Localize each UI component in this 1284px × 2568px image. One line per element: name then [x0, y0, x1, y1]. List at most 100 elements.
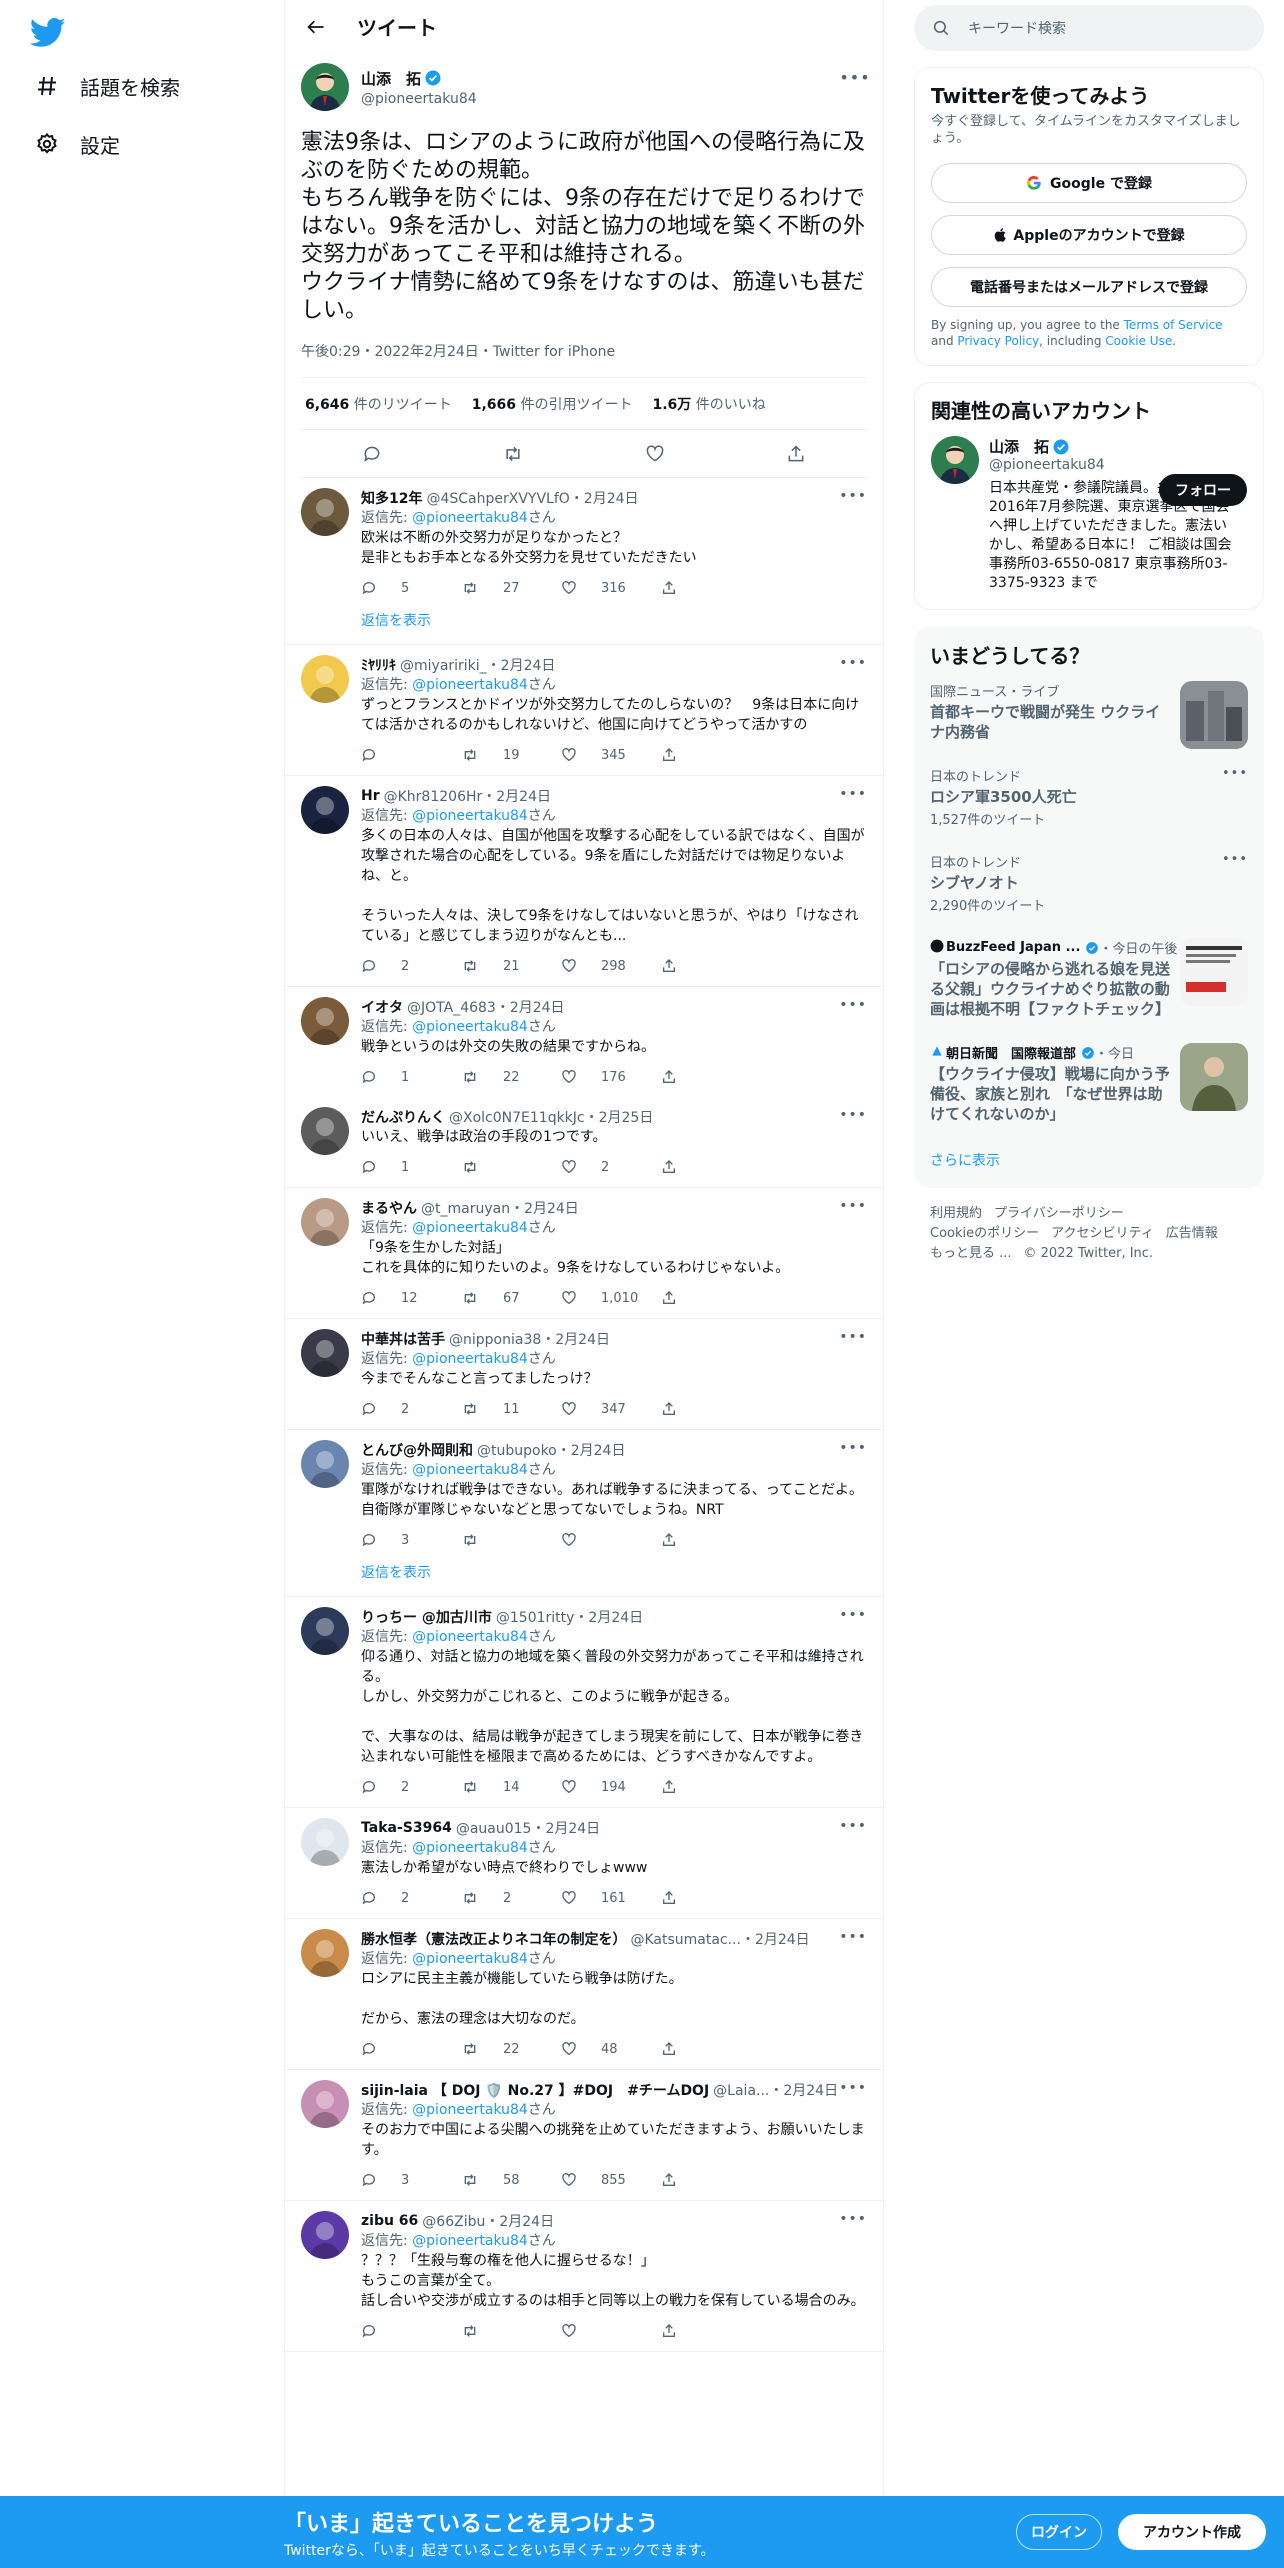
avatar[interactable] [301, 2211, 349, 2259]
reply-author-name[interactable]: ﾐﾔﾘﾘｷ [361, 655, 396, 675]
like-button[interactable]: 855 [561, 2172, 661, 2188]
share-button[interactable] [661, 580, 691, 596]
reply-author-handle[interactable]: @t_maruyan・2月24日 [421, 1198, 579, 1218]
reply-author-handle[interactable]: @nipponia38・2月24日 [449, 1329, 610, 1349]
reply-tweet[interactable]: 知多12年 @4SCahperXVYVLfO・2月24日 ••• 返信先: @pion… [285, 478, 883, 645]
retweet-button[interactable]: 22 [461, 1069, 561, 1085]
reply-button[interactable]: 1 [361, 1069, 461, 1085]
reply-to-handle[interactable]: @pioneertaku84 [412, 1351, 528, 1367]
reply-to-handle[interactable]: @pioneertaku84 [412, 510, 528, 526]
like-button[interactable]: 176 [561, 1069, 661, 1085]
reply-author-handle[interactable]: @1501ritty・2月24日 [496, 1607, 643, 1627]
avatar[interactable] [301, 63, 349, 111]
retweet-button[interactable]: 58 [461, 2172, 561, 2188]
more-options-icon[interactable]: ••• [839, 1929, 867, 1945]
reply-button[interactable]: 2 [361, 1890, 461, 1906]
retweet-button[interactable]: 27 [461, 580, 561, 596]
more-options-icon[interactable]: ••• [839, 1329, 867, 1345]
reply-tweet[interactable]: 中華丼は苦手 @nipponia38・2月24日 ••• 返信先: @pioneert… [285, 1319, 883, 1430]
footer-link[interactable]: もっと見る ... [930, 1246, 1012, 1261]
avatar[interactable] [301, 488, 349, 536]
reply-to-handle[interactable]: @pioneertaku84 [412, 1019, 528, 1035]
reply-button[interactable] [361, 2323, 461, 2339]
reply-author-name[interactable]: だんぷりんく [361, 1107, 445, 1127]
footer-link[interactable]: アクセシビリティ [1051, 1226, 1154, 1241]
likes-stat[interactable]: 1.6万 件のいいね [653, 394, 766, 414]
avatar[interactable] [301, 1818, 349, 1866]
share-button[interactable] [661, 2323, 691, 2339]
reply-tweet[interactable]: Hr @Khr81206Hr・2月24日 ••• 返信先: @pioneertaku8… [285, 776, 883, 987]
reply-author-name[interactable]: zibu 66 [361, 2213, 418, 2229]
reply-author-handle[interactable]: @tubupoko・2月24日 [477, 1440, 625, 1460]
reply-author-name[interactable]: 勝水恒孝（憲法改正よりネコ年の制定を） [361, 1929, 626, 1949]
like-button[interactable]: 1,010 [561, 1290, 661, 1306]
show-replies-link[interactable]: 返信を表示 [361, 1560, 867, 1596]
retweet-button[interactable] [461, 1159, 561, 1175]
reply-author-name[interactable]: sijin-laia 【 DOJ 🛡️ No.27 】#DOJ #チームDOJ [361, 2080, 709, 2100]
reply-author-name[interactable]: りっちー @加古川市 [361, 1607, 492, 1627]
reply-author-handle[interactable]: @Khr81206Hr・2月24日 [384, 786, 551, 806]
reply-tweet[interactable]: Taka-S3964 @auau015・2月24日 ••• 返信先: @pioneer… [285, 1808, 883, 1919]
share-button[interactable] [661, 1890, 691, 1906]
reply-to-handle[interactable]: @pioneertaku84 [412, 1629, 528, 1645]
reply-tweet[interactable]: りっちー @加古川市 @1501ritty・2月24日 ••• 返信先: @pione… [285, 1597, 883, 1808]
reply-tweet[interactable]: イオタ @JOTA_4683・2月24日 ••• 返信先: @pioneertaku8… [285, 987, 883, 1097]
like-button[interactable]: 345 [561, 747, 661, 763]
retweet-button[interactable]: 11 [461, 1401, 561, 1417]
news-item[interactable]: BuzzFeed Japan ... ・今日の午後 「ロシアの侵略から逃れる娘を… [914, 926, 1264, 1031]
retweet-button[interactable]: 19 [461, 747, 561, 763]
reply-button[interactable]: 2 [361, 958, 461, 974]
like-button[interactable] [561, 2323, 661, 2339]
avatar[interactable] [301, 1929, 349, 1977]
retweet-button[interactable]: 2 [461, 1890, 561, 1906]
news-item[interactable]: 朝日新聞 国際報道部 ・今日 【ウクライナ侵攻】戦場に向かう予備役、家族と別れ … [914, 1031, 1264, 1136]
reply-author-handle[interactable]: @Xolc0N7E11qkkJc・2月25日 [449, 1107, 653, 1127]
reply-button[interactable]: 12 [361, 1290, 461, 1306]
reply-author-handle[interactable]: @auau015・2月24日 [456, 1818, 600, 1838]
reply-tweet[interactable]: ﾐﾔﾘﾘｷ @miyaririki_・2月24日 ••• 返信先: @pioneert… [285, 645, 883, 776]
avatar[interactable] [301, 1607, 349, 1655]
reply-to-handle[interactable]: @pioneertaku84 [412, 1220, 528, 1236]
reply-author-name[interactable]: Hr [361, 788, 380, 804]
reply-to-handle[interactable]: @pioneertaku84 [412, 2233, 528, 2249]
follow-button[interactable]: フォロー [1159, 474, 1247, 506]
footer-link[interactable]: プライバシーポリシー [994, 1206, 1124, 1221]
nav-settings[interactable]: 設定 [34, 126, 120, 162]
reply-tweet[interactable]: zibu 66 @66Zibu・2月24日 ••• 返信先: @pioneertaku… [285, 2201, 883, 2352]
reply-to-handle[interactable]: @pioneertaku84 [412, 808, 528, 824]
retweet-button[interactable]: 14 [461, 1779, 561, 1795]
more-options-icon[interactable]: ••• [839, 1607, 867, 1623]
reply-tweet[interactable]: だんぷりんく @Xolc0N7E11qkkJc・2月25日 ••• いいえ、戦争は政治… [285, 1097, 883, 1188]
avatar[interactable] [301, 1107, 349, 1155]
more-options-icon[interactable]: ••• [839, 1107, 867, 1123]
reply-button[interactable] [361, 747, 461, 763]
nav-explore[interactable]: 話題を検索 [34, 68, 180, 104]
reply-author-name[interactable]: イオタ [361, 997, 403, 1017]
reply-button[interactable]: 2 [361, 1401, 461, 1417]
like-button[interactable]: 48 [561, 2041, 661, 2057]
share-button[interactable] [661, 1401, 691, 1417]
trend-item[interactable]: 国際ニュース・ライブ 首都キーウで戦闘が発生 ウクライナ内務省 [914, 669, 1264, 754]
more-options-icon[interactable]: ••• [1222, 852, 1248, 867]
google-signup-button[interactable]: Google で登録 [931, 163, 1247, 203]
show-replies-link[interactable]: 返信を表示 [361, 608, 867, 644]
retweet-button[interactable]: 22 [461, 2041, 561, 2057]
share-button[interactable] [661, 1779, 691, 1795]
share-icon[interactable] [779, 437, 813, 471]
like-button[interactable]: 298 [561, 958, 661, 974]
more-options-icon[interactable]: ••• [839, 1198, 867, 1214]
reply-author-name[interactable]: とんび@外岡則和 [361, 1440, 473, 1460]
related-account[interactable]: 山添 拓 @pioneertaku84 日本共産党・参議院議員。弁護士。2016… [915, 424, 1263, 609]
author-handle[interactable]: @pioneertaku84 [361, 91, 477, 107]
avatar[interactable] [301, 997, 349, 1045]
more-options-icon[interactable]: ••• [839, 2080, 867, 2096]
reply-button[interactable]: 2 [361, 1779, 461, 1795]
like-button[interactable]: 194 [561, 1779, 661, 1795]
more-options-icon[interactable]: ••• [1222, 766, 1248, 781]
more-options-icon[interactable]: ••• [839, 655, 867, 671]
reply-author-handle[interactable]: @Laia...・2月24日 [713, 2080, 838, 2100]
reply-author-name[interactable]: Taka-S3964 [361, 1820, 452, 1836]
related-name[interactable]: 山添 拓 [989, 436, 1239, 457]
reply-author-handle[interactable]: @miyaririki_・2月24日 [400, 655, 555, 675]
avatar[interactable] [301, 1440, 349, 1488]
